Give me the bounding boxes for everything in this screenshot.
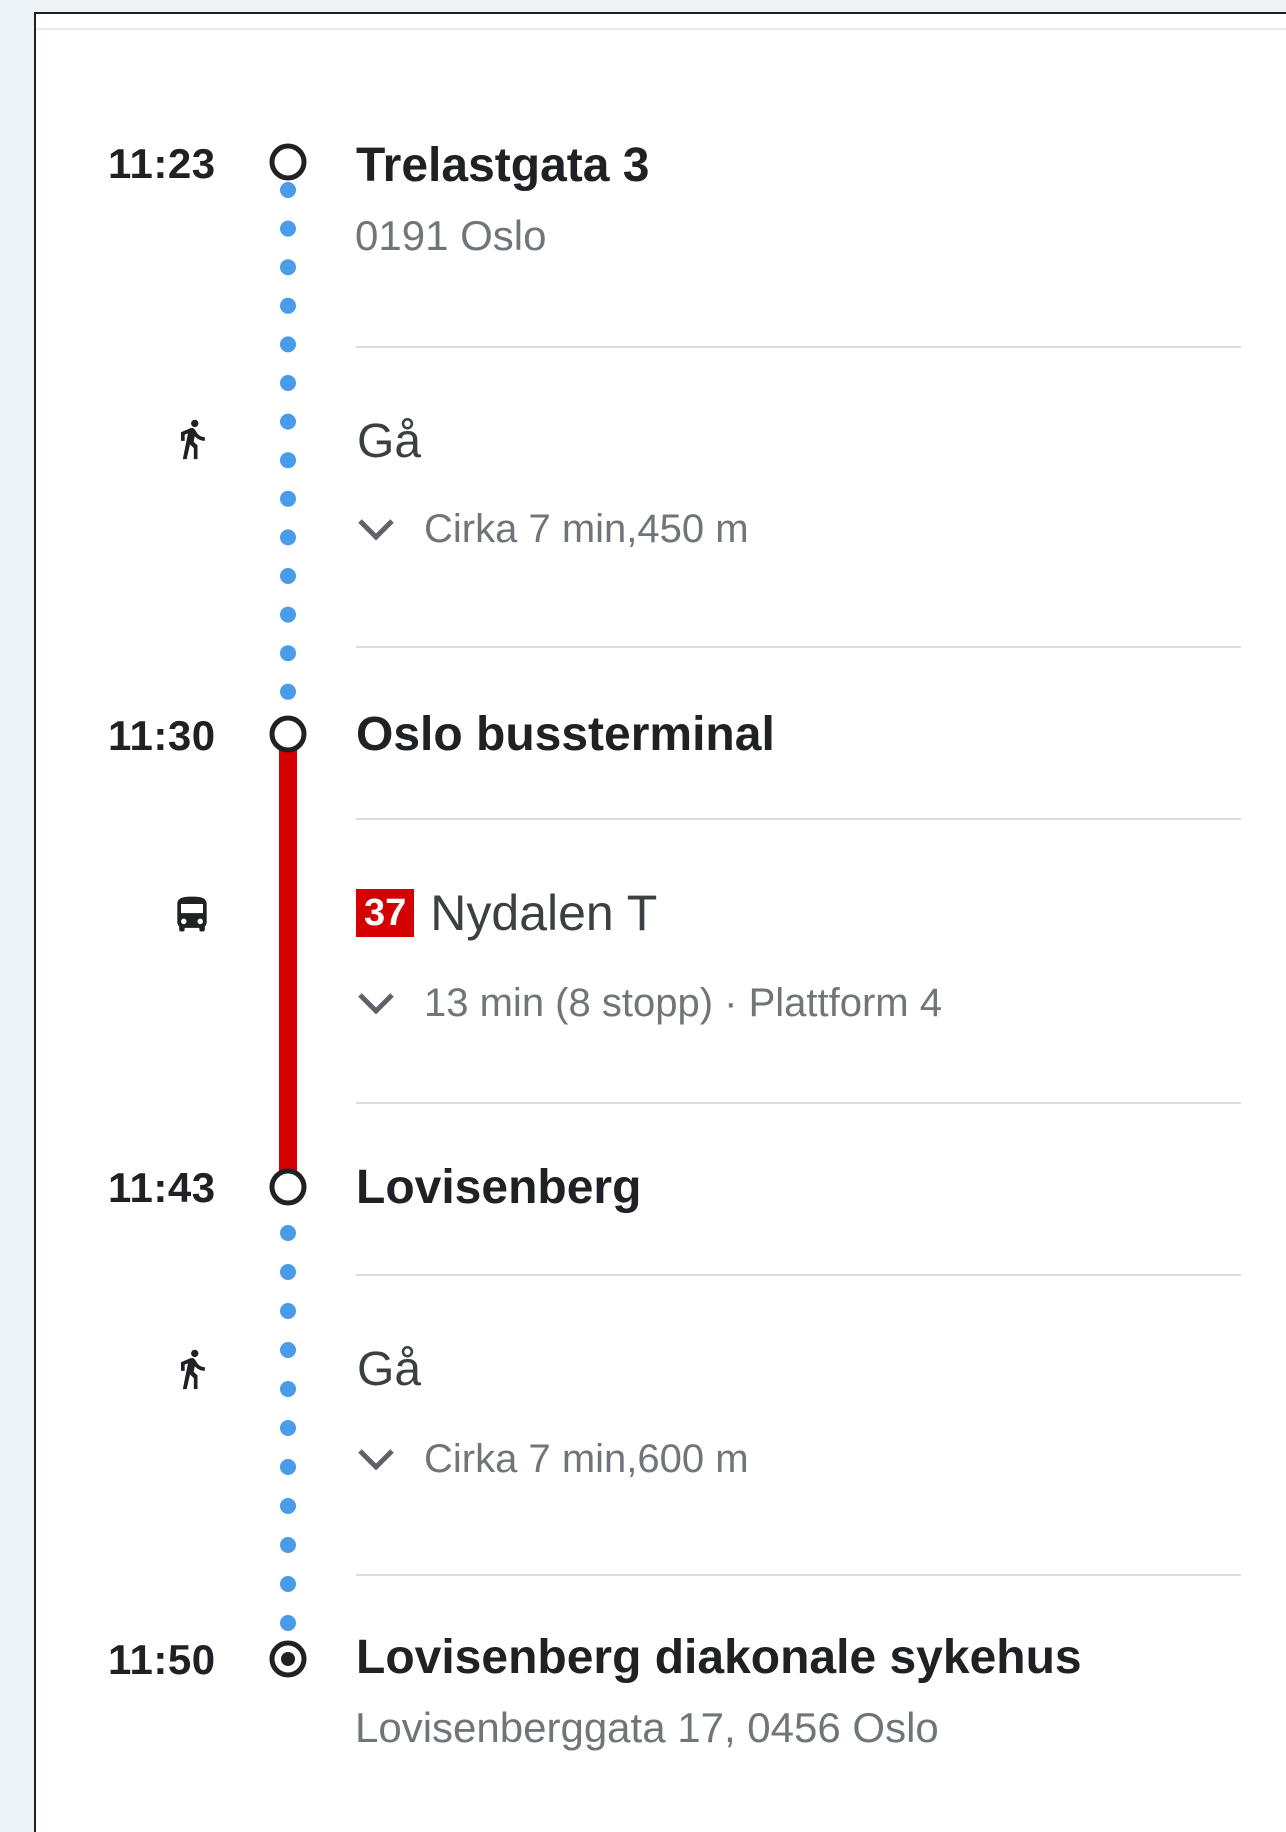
chevron-down-icon (358, 1449, 394, 1471)
stop-title-bus-alight[interactable]: Lovisenberg (356, 1160, 641, 1215)
walk-path-dot (280, 1459, 296, 1475)
walk-details-toggle[interactable]: Cirka 7 min,600 m (356, 1434, 749, 1484)
walk-path-dot (280, 1615, 296, 1631)
walk-path-dot (280, 490, 296, 507)
stop-time-bus-board: 11:30 (108, 712, 216, 759)
stop-node-bus-alight (269, 1168, 307, 1206)
bus-icon (177, 896, 207, 932)
stop-title-bus-board[interactable]: Oslo bussterminal (356, 707, 775, 762)
walk-path-dot (280, 452, 296, 469)
walk-path-dot (280, 1381, 296, 1397)
walk-path-dot (280, 683, 296, 700)
route-number-badge: 37 (356, 889, 415, 937)
walk-dots-segment-2 (280, 1225, 296, 1631)
walk-path-dot (280, 297, 296, 314)
walk-dots-segment-1 (280, 182, 296, 700)
divider (356, 1102, 1241, 1104)
walk-path-dot (280, 413, 296, 430)
stop-node-start (269, 143, 307, 181)
walk-path-dot (280, 259, 296, 276)
walk-path-dot (280, 606, 296, 623)
walk-step-label: Gå (357, 1343, 422, 1396)
divider (356, 818, 1241, 820)
chevron-down-icon (358, 993, 394, 1015)
divider (356, 1274, 1241, 1276)
stop-time-start: 11:23 (108, 140, 216, 187)
stop-time-bus-alight: 11:43 (108, 1164, 216, 1211)
walk-step-label: Gå (357, 415, 422, 468)
walk-path-dot (280, 1576, 296, 1592)
destination-dot (281, 1652, 295, 1666)
bus-details-toggle[interactable]: 13 min (8 stopp) · Plattform 4 (356, 978, 942, 1028)
divider (356, 646, 1241, 648)
chevron-down-icon (358, 519, 394, 541)
divider (356, 346, 1241, 348)
bus-destination: Nydalen T (430, 885, 658, 941)
walk-path-dot (280, 529, 296, 546)
walk-details-toggle[interactable]: Cirka 7 min,450 m (356, 504, 749, 554)
bus-route-line (279, 748, 297, 1182)
walk-path-dot (280, 1420, 296, 1436)
divider (356, 1574, 1241, 1576)
walk-path-dot (280, 182, 296, 198)
walk-path-dot (280, 375, 296, 391)
walk-path-dot (280, 645, 296, 662)
bus-route-header[interactable]: 37 Nydalen T (356, 884, 657, 942)
walk-path-dot (280, 336, 296, 353)
walk-icon (181, 419, 205, 460)
walk-icon (181, 1349, 205, 1390)
stop-address-destination: Lovisenberggata 17, 0456 Oslo (355, 1704, 939, 1751)
walk-path-dot (280, 220, 296, 237)
stop-node-bus-board (269, 715, 307, 753)
walk-duration-distance: Cirka 7 min,600 m (424, 1436, 749, 1481)
walk-path-dot (280, 1537, 296, 1553)
bus-duration-stops: 13 min (8 stopp) · Plattform 4 (424, 980, 942, 1025)
stop-time-destination: 11:50 (108, 1636, 216, 1683)
walk-duration-distance: Cirka 7 min,450 m (424, 506, 749, 551)
walk-path-dot (280, 1342, 296, 1358)
stop-address-start: 0191 Oslo (355, 212, 547, 259)
walk-path-dot (280, 568, 296, 584)
stop-title-destination[interactable]: Lovisenberg diakonale sykehus (356, 1630, 1082, 1685)
stop-title-start[interactable]: Trelastgata 3 (356, 138, 649, 193)
walk-path-dot (280, 1498, 296, 1514)
walk-path-dot (280, 1225, 296, 1241)
walk-path-dot (280, 1303, 296, 1319)
walk-path-dot (280, 1264, 296, 1280)
